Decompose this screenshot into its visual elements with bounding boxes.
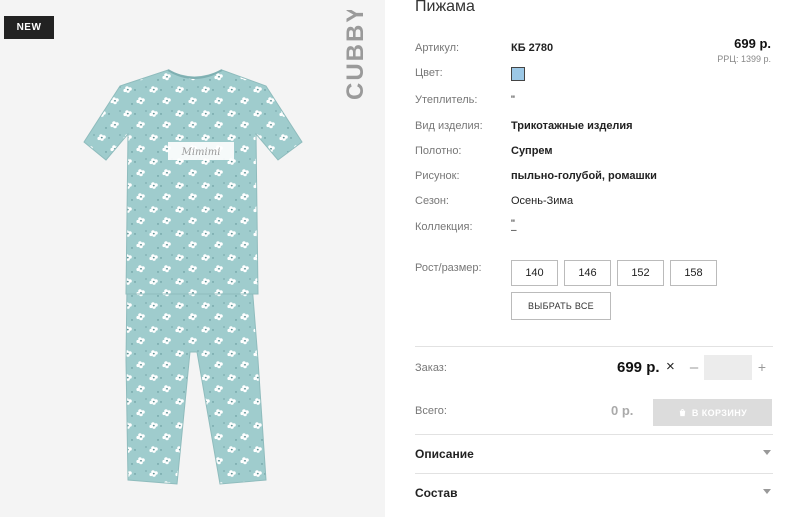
order-label: Заказ: <box>415 362 447 374</box>
attr-label: Сезон: <box>415 195 449 207</box>
product-price: 699 р. <box>734 36 771 51</box>
size-label: Рост/размер: <box>415 262 482 274</box>
attr-label: Коллекция: <box>415 221 473 233</box>
quantity-input[interactable] <box>704 355 752 380</box>
shirt-shape <box>83 69 303 295</box>
attr-value: Супрем <box>511 145 553 157</box>
attr-value: Трикотажные изделия <box>511 120 633 132</box>
size-option-140[interactable]: 140 <box>511 260 558 286</box>
product-info: Пижама 699 р. РРЦ: 1399 р. Артикул: КБ 2… <box>415 0 773 517</box>
attr-label: Утеплитель: <box>415 94 478 106</box>
size-option-158[interactable]: 158 <box>670 260 717 286</box>
svg-text:CUBBY: CUBBY <box>342 10 369 100</box>
attr-value: Осень-Зима <box>511 195 574 207</box>
accordion-title: Состав <box>415 486 458 500</box>
attr-label: Полотно: <box>415 145 462 157</box>
add-to-cart-label: В КОРЗИНУ <box>691 407 748 418</box>
brand-logo: CUBBY <box>318 10 382 110</box>
cart-icon <box>679 408 686 417</box>
collection-extra: – <box>511 225 517 236</box>
chevron-down-icon <box>763 489 771 494</box>
new-badge: NEW <box>4 16 54 39</box>
add-to-cart-button[interactable]: В КОРЗИНУ <box>653 399 772 426</box>
attr-value: пыльно-голубой, ромашки <box>511 170 657 182</box>
total-value: 0 р. <box>611 403 634 418</box>
attr-value: КБ 2780 <box>511 42 554 54</box>
accordion-composition[interactable]: Состав <box>415 474 773 512</box>
size-option-146[interactable]: 146 <box>564 260 611 286</box>
pants-shape <box>125 283 267 485</box>
attr-label: Артикул: <box>415 42 460 54</box>
divider <box>415 346 773 347</box>
color-swatch[interactable] <box>511 67 525 81</box>
attr-label: Рисунок: <box>415 170 460 182</box>
quantity-plus-button[interactable]: + <box>755 357 769 377</box>
size-option-152[interactable]: 152 <box>617 260 664 286</box>
total-label: Всего: <box>415 405 447 417</box>
attr-value: " <box>511 94 515 106</box>
product-photo[interactable]: Mimimi <box>70 60 320 505</box>
recommended-price: РРЦ: 1399 р. <box>717 54 771 64</box>
select-all-button[interactable]: ВЫБРАТЬ ВСЕ <box>511 292 611 320</box>
svg-text:Mimimi: Mimimi <box>181 147 221 158</box>
quantity-minus-button[interactable]: – <box>687 357 701 377</box>
multiply-icon: × <box>666 358 675 375</box>
attr-label: Вид изделия: <box>415 120 483 132</box>
order-price: 699 р. <box>617 359 660 376</box>
product-gallery: NEW CUBBY Mimimi <box>0 0 385 517</box>
chevron-down-icon <box>763 450 771 455</box>
accordion-description[interactable]: Описание <box>415 435 773 473</box>
accordion-title: Описание <box>415 447 474 461</box>
product-title: Пижама <box>415 0 475 15</box>
attr-label: Цвет: <box>415 67 443 79</box>
